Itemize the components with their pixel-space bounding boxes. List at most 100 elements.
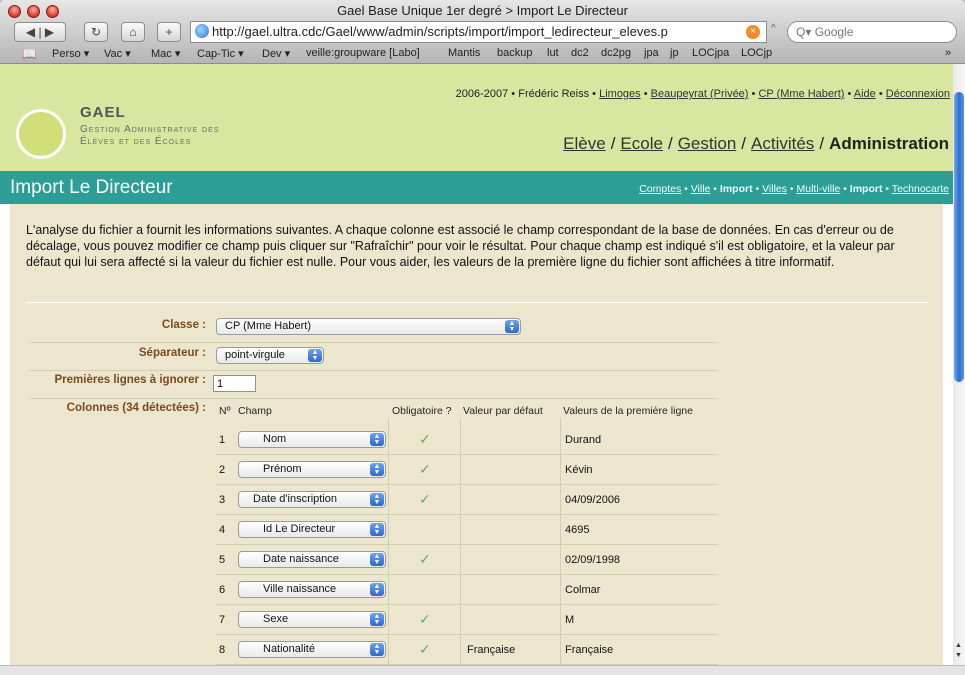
- subnav-import[interactable]: Import: [720, 183, 753, 195]
- nav-eleve[interactable]: Elève: [563, 134, 606, 153]
- subnav-import-2[interactable]: Import: [850, 183, 883, 195]
- nav-gestion[interactable]: Gestion: [678, 134, 737, 153]
- scroll-up-arrow-icon[interactable]: ▲: [955, 642, 962, 649]
- champ-select[interactable]: Ville naissance ▲ ▼: [238, 581, 386, 598]
- bookmark-item[interactable]: Vac ▾: [104, 47, 131, 60]
- champ-value: Date naissance: [263, 553, 339, 565]
- select-arrows-icon: ▲ ▼: [370, 463, 384, 476]
- help-link[interactable]: Aide: [854, 88, 876, 100]
- url-text: http://gael.ultra.cdc/Gael/www/admin/scr…: [212, 24, 668, 39]
- classe-value: CP (Mme Habert): [225, 320, 311, 332]
- subnav-comptes[interactable]: Comptes: [639, 183, 681, 195]
- page-title-bar: Import Le Directeur Comptes • Ville • Im…: [0, 171, 953, 204]
- required-check-icon: ✓: [419, 641, 431, 657]
- city-link[interactable]: Limoges: [599, 88, 641, 100]
- bookmark-item[interactable]: LOCjpa: [692, 47, 729, 59]
- horizontal-scrollbar[interactable]: [0, 665, 965, 675]
- logo-title: GAEL: [80, 104, 126, 121]
- classe-label: Classe :: [161, 319, 206, 331]
- bookmark-item[interactable]: Dev ▾: [262, 47, 290, 60]
- bookmark-item[interactable]: LOCjp: [741, 47, 772, 59]
- first-line-value: 04/09/2006: [565, 494, 621, 506]
- row-number: 2: [219, 464, 226, 476]
- window-title: Gael Base Unique 1er degré > Import Le D…: [337, 3, 628, 18]
- champ-value: Date d'inscription: [253, 493, 338, 505]
- row-divider: [216, 604, 718, 605]
- web-page: GAEL Gestion Administrative des Élèves e…: [0, 64, 953, 665]
- school-link[interactable]: Beaupeyrat (Privée): [651, 88, 749, 100]
- bookmark-item[interactable]: dc2pg: [601, 47, 631, 59]
- champ-value: Prénom: [263, 463, 302, 475]
- champ-select[interactable]: Prénom ▲ ▼: [238, 461, 386, 478]
- add-bookmark-icon[interactable]: +: [157, 22, 181, 42]
- subnav-technocarte[interactable]: Technocarte: [892, 183, 949, 195]
- bookmark-item[interactable]: dc2: [571, 47, 589, 59]
- search-field[interactable]: Q▾ Google: [787, 21, 957, 43]
- champ-select[interactable]: Id Le Directeur ▲ ▼: [238, 521, 386, 538]
- nav-administration[interactable]: Administration: [829, 134, 949, 153]
- vertical-scrollbar[interactable]: ▲ ▼: [953, 64, 965, 665]
- required-check-icon: ✓: [419, 461, 431, 477]
- separateur-label: Séparateur :: [138, 347, 206, 359]
- nav-activites[interactable]: Activités: [751, 134, 814, 153]
- logout-link[interactable]: Déconnexion: [886, 88, 950, 100]
- first-line-value: Kévin: [565, 464, 593, 476]
- bookmark-item[interactable]: Mantis: [448, 47, 480, 59]
- more-bookmarks-icon[interactable]: »: [945, 47, 951, 59]
- row-divider: [216, 514, 718, 515]
- row-divider: [216, 484, 718, 485]
- bookmark-item[interactable]: Cap-Tic ▾: [197, 47, 244, 60]
- bookmark-item[interactable]: Perso ▾: [52, 47, 89, 60]
- logo-subtitle-line1: Gestion Administrative des: [80, 124, 220, 135]
- required-check-icon: ✓: [419, 431, 431, 447]
- select-arrows-icon: ▲ ▼: [370, 583, 384, 596]
- subnav-ville[interactable]: Ville: [691, 183, 711, 195]
- site-icon: [195, 24, 209, 38]
- window-titlebar: Gael Base Unique 1er degré > Import Le D…: [0, 0, 965, 64]
- required-check-icon: ✓: [419, 611, 431, 627]
- bookmark-item[interactable]: lut: [547, 47, 559, 59]
- class-link[interactable]: CP (Mme Habert): [758, 88, 844, 100]
- row-number: 5: [219, 554, 226, 566]
- select-arrows-icon: ▲ ▼: [370, 493, 384, 506]
- subnav-villes[interactable]: Villes: [762, 183, 787, 195]
- separateur-select[interactable]: point-virgule ▲ ▼: [216, 347, 324, 364]
- champ-select[interactable]: Nationalité ▲ ▼: [238, 641, 386, 658]
- subnav-multi-ville[interactable]: Multi-ville: [797, 183, 841, 195]
- stop-loading-icon[interactable]: ×: [746, 25, 760, 39]
- champ-select[interactable]: Nom ▲ ▼: [238, 431, 386, 448]
- colonnes-label: Colonnes (34 détectées) :: [66, 402, 206, 414]
- champ-select[interactable]: Date d'inscription ▲ ▼: [238, 491, 386, 508]
- page-title: Import Le Directeur: [10, 177, 173, 198]
- row-divider: [216, 634, 718, 635]
- scrollbar-thumb[interactable]: [954, 92, 964, 382]
- classe-select[interactable]: CP (Mme Habert) ▲ ▼: [216, 318, 521, 335]
- select-arrows-icon: ▲ ▼: [370, 553, 384, 566]
- bookmark-item[interactable]: backup: [497, 47, 532, 59]
- bookmark-item[interactable]: veille:groupware [Labo]: [306, 47, 420, 59]
- ignore-lines-label: Premières lignes à ignorer :: [54, 374, 206, 386]
- scroll-down-arrow-icon[interactable]: ▼: [955, 652, 962, 659]
- rss-chevron-icon[interactable]: ^: [771, 23, 776, 34]
- ignore-lines-input[interactable]: [213, 375, 256, 392]
- browser-window: Gael Base Unique 1er degré > Import Le D…: [0, 0, 965, 675]
- row-divider: [216, 574, 718, 575]
- session-info: 2006-2007 • Frédéric Reiss • Limoges • B…: [455, 88, 950, 100]
- home-icon[interactable]: ⌂: [121, 22, 145, 42]
- column-divider: [460, 418, 461, 665]
- gael-header: GAEL Gestion Administrative des Élèves e…: [0, 64, 953, 171]
- bookmark-item[interactable]: jpa: [644, 47, 659, 59]
- address-bar[interactable]: http://gael.ultra.cdc/Gael/www/admin/scr…: [190, 21, 767, 43]
- bookmarks-bar: 📖 Perso ▾ Vac ▾ Mac ▾ Cap-Tic ▾ Dev ▾ ve…: [0, 43, 965, 64]
- nav-ecole[interactable]: Ecole: [620, 134, 663, 153]
- champ-value: Sexe: [263, 613, 289, 625]
- bookmark-item[interactable]: jp: [670, 47, 679, 59]
- champ-select[interactable]: Sexe ▲ ▼: [238, 611, 386, 628]
- bookmarks-book-icon[interactable]: 📖: [22, 47, 37, 61]
- champ-value: Ville naissance: [263, 583, 337, 595]
- champ-select[interactable]: Date naissance ▲ ▼: [238, 551, 386, 568]
- bookmark-item[interactable]: Mac ▾: [151, 47, 180, 60]
- back-forward-buttons[interactable]: ◀ | ▶: [14, 22, 66, 42]
- reload-icon[interactable]: ↻: [84, 22, 108, 42]
- column-divider: [560, 418, 561, 665]
